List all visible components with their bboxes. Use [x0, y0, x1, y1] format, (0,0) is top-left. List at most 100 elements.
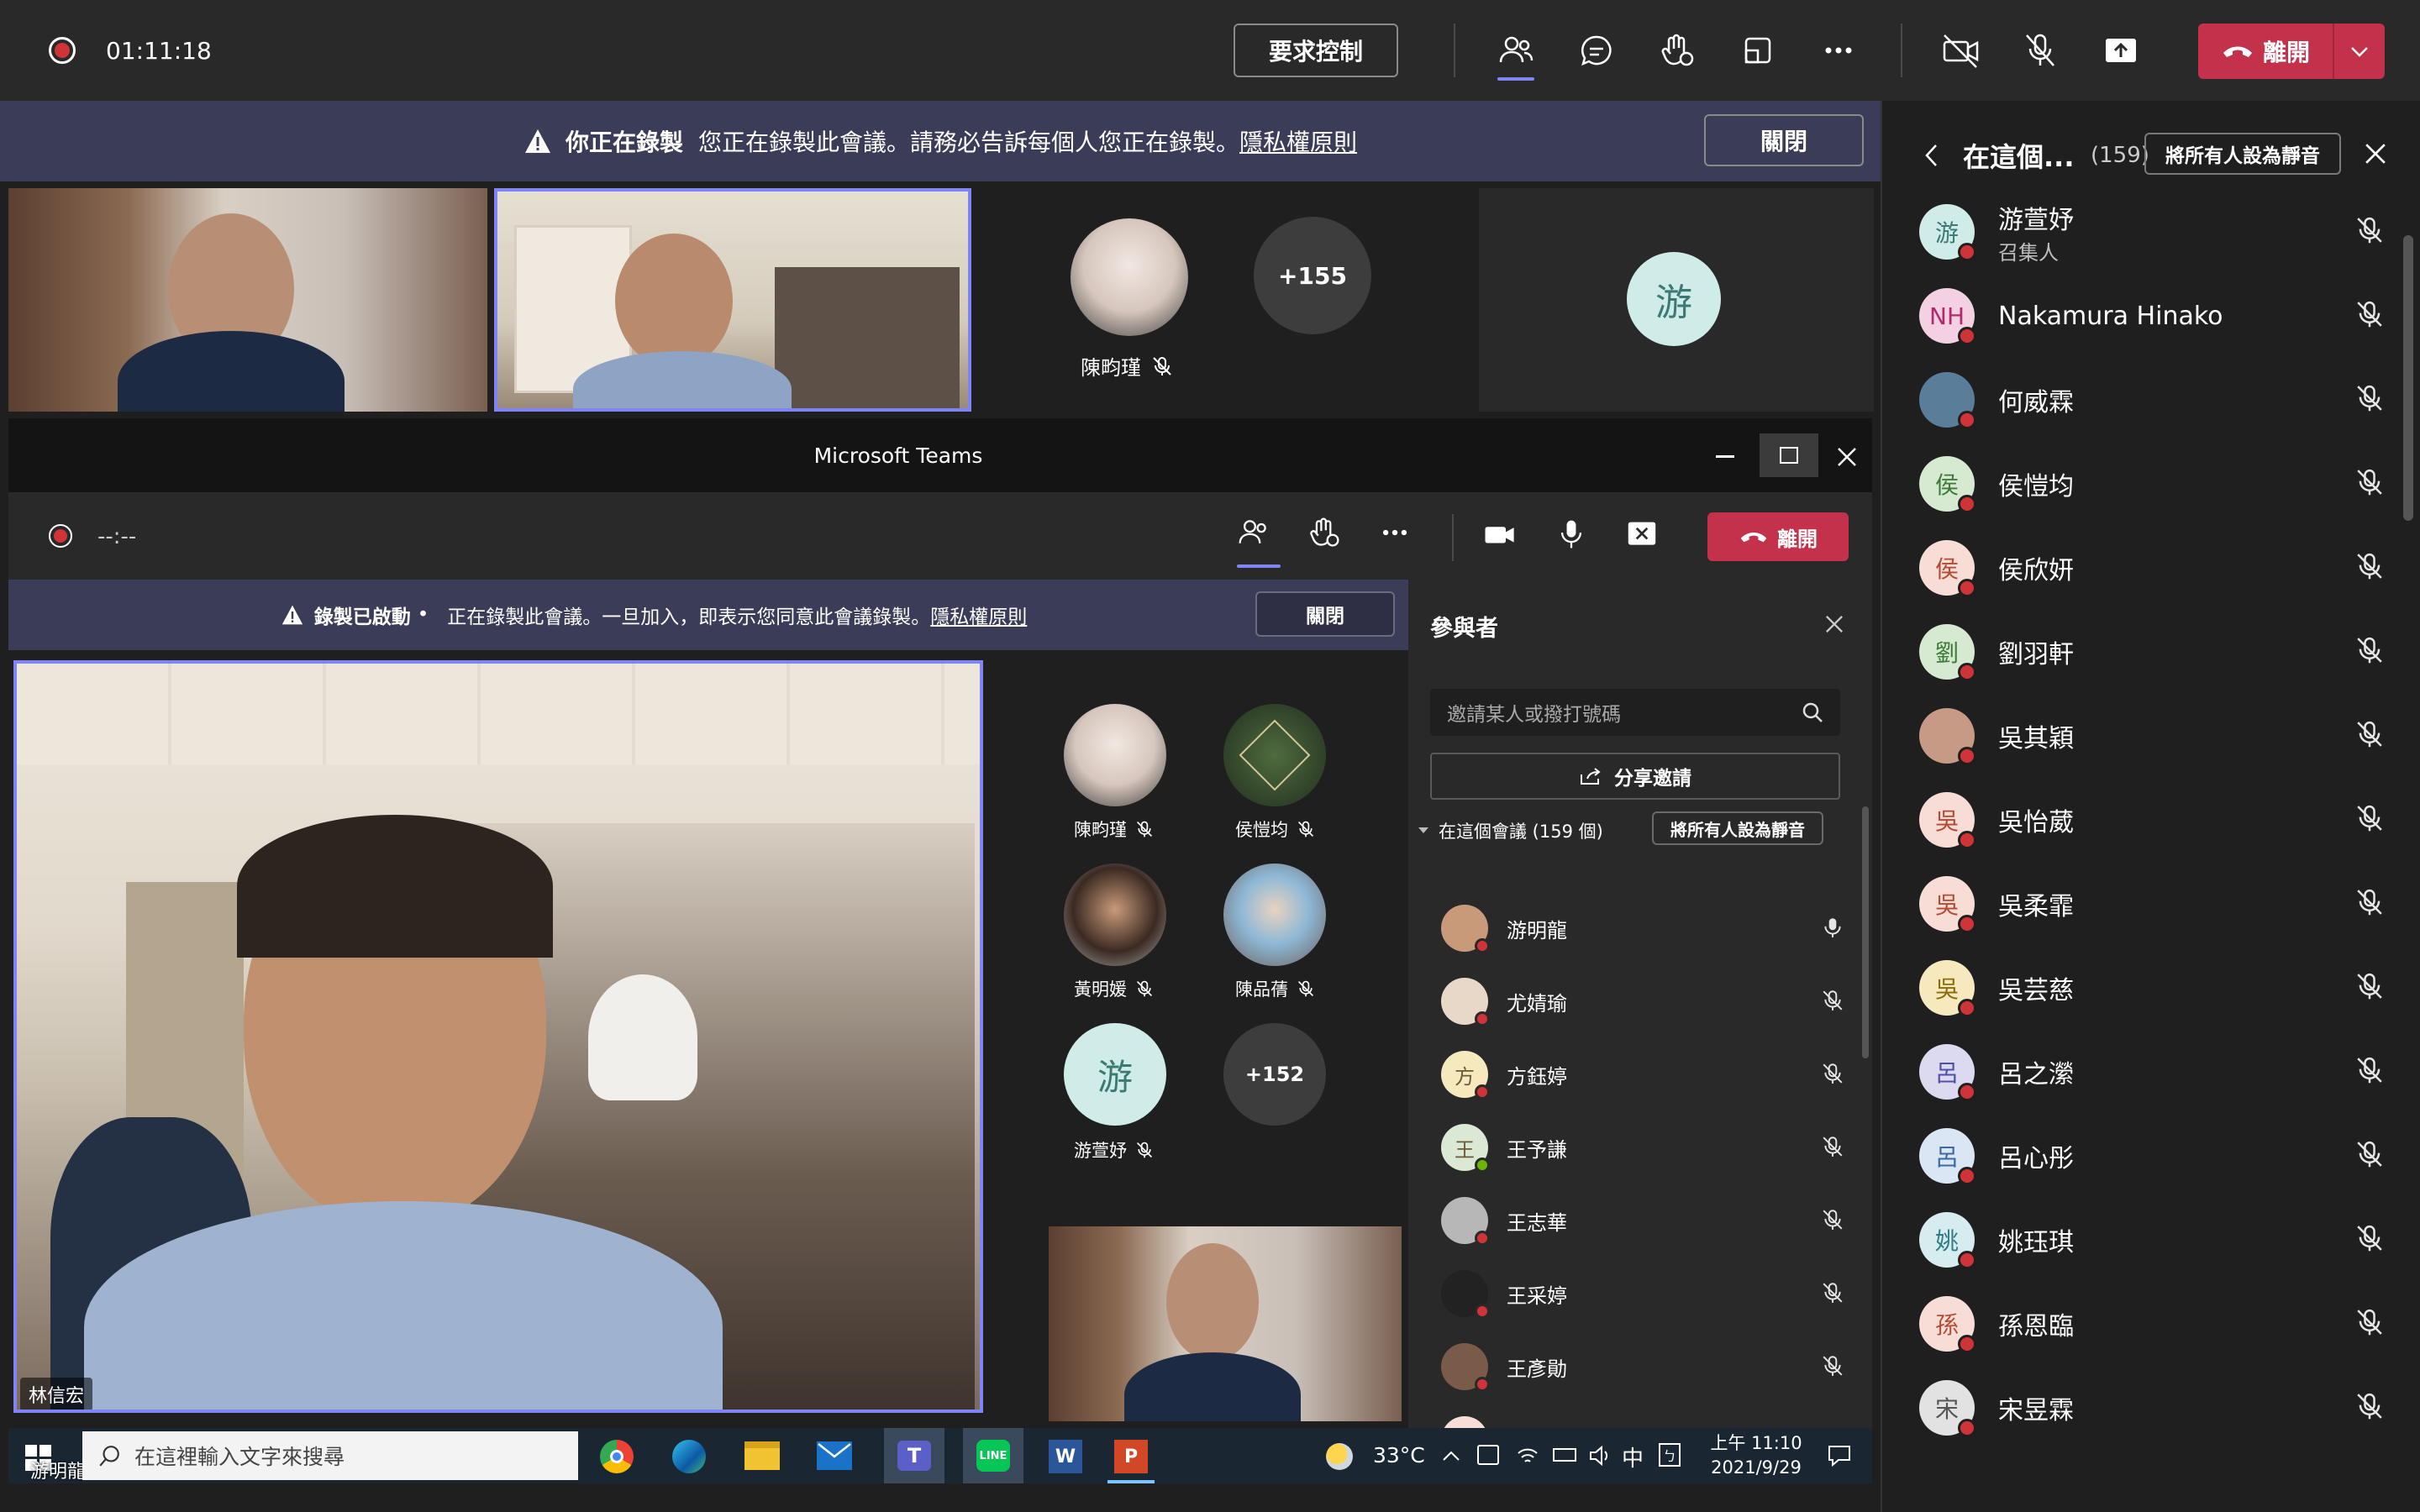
wifi-icon[interactable] — [1516, 1445, 1539, 1467]
rooms-button[interactable] — [1726, 18, 1790, 82]
main-video-tile[interactable]: 林信宏 — [13, 660, 983, 1413]
scrollbar[interactable] — [1862, 806, 1869, 1058]
participant-mic-status[interactable] — [1821, 1354, 1844, 1378]
inner-dismiss-banner-button[interactable]: 關閉 — [1255, 591, 1395, 637]
gallery-avatar-photo[interactable] — [1064, 864, 1166, 966]
close-icon[interactable] — [1837, 447, 1857, 467]
roster-person-row[interactable]: 劉劉羽軒 — [1919, 610, 2390, 694]
participant-photo-avatar[interactable] — [1071, 218, 1188, 336]
minimize-icon[interactable] — [1716, 455, 1734, 458]
close-icon[interactable] — [2365, 143, 2386, 165]
camera-toggle-button[interactable] — [1929, 18, 1993, 82]
inner-privacy-link[interactable]: 隱私權原則 — [930, 601, 1027, 629]
file-explorer-icon[interactable] — [744, 1441, 780, 1470]
roster-person-row[interactable]: 侯侯愷均 — [1919, 442, 2390, 526]
inner-camera-button[interactable] — [1482, 517, 1518, 551]
gallery-avatar-photo[interactable] — [1064, 704, 1166, 806]
participant-mic-status[interactable] — [1821, 1281, 1844, 1305]
input-mode-icon[interactable]: ㄅ — [1659, 1443, 1681, 1467]
mic-status[interactable] — [2354, 719, 2385, 749]
back-chevron-icon[interactable] — [1924, 143, 1939, 168]
chevron-up-icon[interactable] — [1442, 1450, 1460, 1462]
mute-all-button[interactable]: 將所有人設為靜音 — [2144, 133, 2341, 175]
meeting-section-header[interactable]: 在這個會議 (159 個) — [1417, 818, 1603, 843]
self-view-video[interactable] — [1049, 1226, 1402, 1421]
roster-person-row[interactable]: 侯侯欣妍 — [1919, 526, 2390, 610]
inner-stop-share-button[interactable] — [1625, 519, 1659, 549]
battery-icon[interactable] — [1553, 1448, 1576, 1462]
mic-status[interactable] — [2354, 887, 2385, 917]
roster-person-row[interactable]: 呂呂心彤 — [1919, 1114, 2390, 1198]
participant-row[interactable]: 王王予謙 — [1441, 1111, 1861, 1184]
teams-taskbar-icon[interactable]: T — [884, 1428, 944, 1483]
inner-more-button[interactable] — [1378, 516, 1412, 549]
leave-button[interactable]: 離開 — [2198, 24, 2385, 79]
weather-icon[interactable] — [1326, 1443, 1353, 1470]
tray-app-icon[interactable] — [1477, 1445, 1499, 1465]
avatar-tile[interactable]: 游 — [1479, 188, 1874, 412]
gallery-overflow-badge[interactable]: +152 — [1223, 1023, 1326, 1126]
participant-row[interactable]: 方方鈺婷 — [1441, 1038, 1861, 1110]
mic-status[interactable] — [2354, 551, 2385, 581]
participant-row[interactable]: 游明龍 — [1441, 892, 1861, 964]
invite-search-input[interactable]: 邀請某人或撥打號碼 — [1430, 689, 1840, 736]
taskbar-search-box[interactable]: 在這裡輸入文字來搜尋 — [82, 1431, 578, 1480]
share-screen-button[interactable] — [2089, 18, 2153, 82]
line-app-icon[interactable]: LINE — [963, 1428, 1023, 1483]
roster-person-row[interactable]: 呂呂之瀠 — [1919, 1030, 2390, 1114]
notifications-icon[interactable] — [1827, 1443, 1852, 1468]
mic-status[interactable] — [2354, 299, 2385, 329]
privacy-policy-link[interactable]: 隱私權原則 — [1239, 124, 1357, 158]
mic-status[interactable] — [2354, 215, 2385, 245]
more-actions-button[interactable] — [1807, 18, 1870, 82]
inner-reactions-button[interactable] — [1307, 516, 1341, 549]
roster-person-row[interactable]: 吳吳芸慈 — [1919, 946, 2390, 1030]
roster-person-row[interactable]: 宋宋昱霖 — [1919, 1366, 2390, 1450]
mic-status[interactable] — [2354, 803, 2385, 833]
participant-row[interactable]: 王彥勛 — [1441, 1331, 1861, 1403]
gallery-avatar-photo[interactable] — [1223, 864, 1326, 966]
roster-person-row[interactable]: 吳吳怡葳 — [1919, 778, 2390, 862]
participant-mic-status[interactable] — [1821, 916, 1844, 939]
participant-mic-status[interactable] — [1821, 989, 1844, 1012]
gallery-avatar-photo[interactable] — [1223, 704, 1326, 806]
participant-mic-status[interactable] — [1821, 1135, 1844, 1158]
powerpoint-icon[interactable]: P — [1114, 1440, 1148, 1473]
share-invite-button[interactable]: 分享邀請 — [1430, 753, 1840, 800]
request-control-button[interactable]: 要求控制 — [1234, 24, 1398, 77]
video-tile-active-speaker[interactable] — [494, 188, 971, 412]
ime-indicator[interactable]: 中 — [1622, 1441, 1644, 1473]
mic-status[interactable] — [2354, 467, 2385, 497]
mic-status[interactable] — [2354, 1307, 2385, 1337]
close-icon[interactable] — [1825, 615, 1844, 633]
volume-icon[interactable] — [1588, 1445, 1612, 1467]
participant-mic-status[interactable] — [1821, 1062, 1844, 1085]
roster-scrollbar[interactable] — [2403, 235, 2413, 521]
roster-person-row[interactable]: 孫孫恩臨 — [1919, 1282, 2390, 1366]
mic-status[interactable] — [2354, 1223, 2385, 1253]
participants-button[interactable] — [1484, 18, 1548, 82]
gallery-initial-avatar[interactable]: 游 — [1064, 1023, 1166, 1126]
roster-person-row[interactable]: 何威霖 — [1919, 358, 2390, 442]
dismiss-banner-button[interactable]: 關閉 — [1704, 114, 1864, 166]
leave-options-chevron-icon[interactable] — [2334, 45, 2385, 58]
chrome-icon[interactable] — [600, 1440, 634, 1473]
mic-status[interactable] — [2354, 383, 2385, 413]
roster-person-row[interactable]: 吳吳柔霏 — [1919, 862, 2390, 946]
inner-mute-all-button[interactable]: 將所有人設為靜音 — [1652, 811, 1823, 845]
maximize-button[interactable] — [1760, 433, 1818, 477]
word-icon[interactable]: W — [1049, 1440, 1082, 1473]
overflow-count-badge[interactable]: +155 — [1254, 217, 1371, 334]
inner-mic-button[interactable] — [1555, 516, 1588, 553]
edge-icon[interactable] — [672, 1440, 706, 1473]
mic-status[interactable] — [2354, 971, 2385, 1001]
participant-row[interactable]: 王志華 — [1441, 1184, 1861, 1257]
mic-status[interactable] — [2354, 635, 2385, 665]
participant-row[interactable]: 尤婧瑜 — [1441, 965, 1861, 1037]
participant-mic-status[interactable] — [1821, 1208, 1844, 1231]
mic-status[interactable] — [2354, 1391, 2385, 1421]
mic-toggle-button[interactable] — [2008, 18, 2072, 82]
inner-leave-button[interactable]: 離開 — [1707, 512, 1849, 561]
reactions-button[interactable] — [1645, 18, 1709, 82]
roster-person-row[interactable]: 游游萱妤 召集人 — [1919, 190, 2390, 274]
